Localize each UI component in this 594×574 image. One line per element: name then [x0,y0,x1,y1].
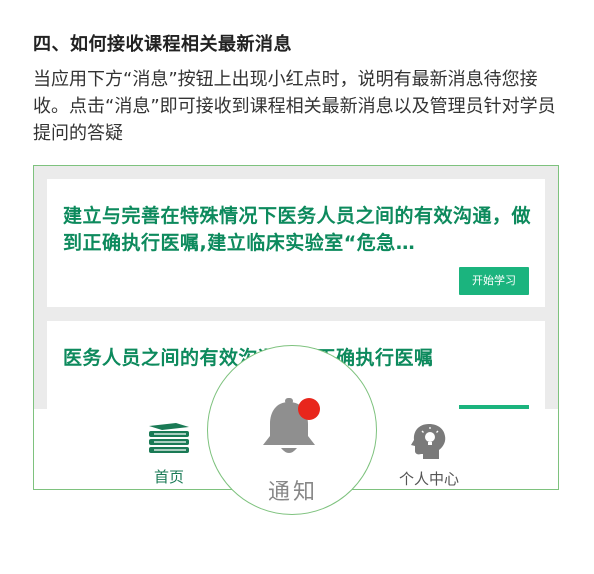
start-learning-button[interactable]: 开始学习 [459,267,529,295]
section-heading: 四、如何接收课程相关最新消息 [33,34,292,55]
section-description: 当应用下方“消息”按钮上出现小红点时，说明有最新消息待您接收。点击“消息”即可接… [33,69,556,144]
tab-message[interactable]: 通知 [207,345,377,515]
tab-message-label: 通知 [267,480,318,505]
books-icon [149,423,189,453]
tab-profile-label: 个人中心 [398,470,459,488]
unread-badge [298,398,320,420]
head-lightbulb-icon [411,424,446,459]
tab-home[interactable]: 首页 [139,422,199,487]
tab-profile[interactable]: 个人中心 [389,422,469,489]
tab-home-label: 首页 [153,468,184,486]
course-card[interactable]: 建立与完善在特殊情况下医务人员之间的有效沟通，做到正确执行医嘱,建立临床实验室“… [47,179,545,307]
course-title[interactable]: 建立与完善在特殊情况下医务人员之间的有效沟通，做到正确执行医嘱,建立临床实验室“… [63,203,533,257]
